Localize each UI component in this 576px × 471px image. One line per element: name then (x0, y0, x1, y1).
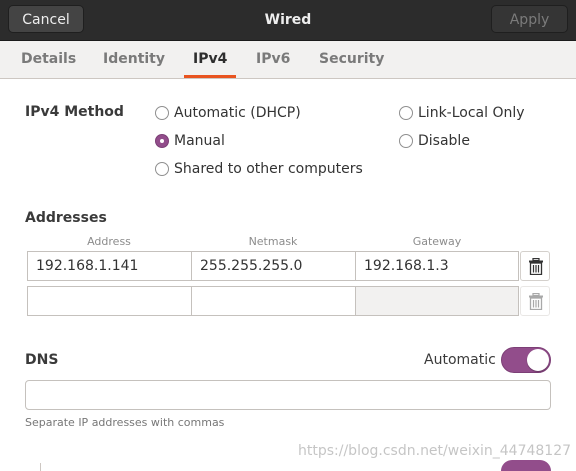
watermark: https://blog.csdn.net/weixin_44748127 (298, 443, 572, 459)
dns-label: DNS (25, 352, 59, 368)
radio-label: Shared to other computers (174, 161, 363, 177)
radio-disable[interactable]: Disable (399, 132, 470, 150)
tab-security[interactable]: Security (319, 41, 384, 78)
column-header-netmask: Netmask (248, 235, 298, 248)
radio-label: Link-Local Only (418, 105, 525, 121)
address-field[interactable]: 192.168.1.141 (27, 251, 192, 281)
tab-details[interactable]: Details (21, 41, 76, 78)
radio-shared[interactable]: Shared to other computers (155, 160, 363, 178)
radio-link-local-only[interactable]: Link-Local Only (399, 104, 525, 122)
address-field-empty[interactable] (27, 286, 192, 316)
radio-dot (155, 162, 169, 176)
ipv4-method-label: IPv4 Method (25, 104, 124, 120)
gateway-field[interactable]: 192.168.1.3 (355, 251, 519, 281)
routes-toggle-partial[interactable] (501, 460, 551, 471)
trash-icon (529, 293, 543, 310)
netmask-field-empty[interactable] (191, 286, 356, 316)
gateway-field-empty (355, 286, 519, 316)
tab-ipv4[interactable]: IPv4 (184, 41, 236, 78)
apply-button[interactable]: Apply (491, 5, 568, 33)
dns-input[interactable] (25, 380, 551, 410)
radio-dot-selected (155, 134, 169, 148)
netmask-field[interactable]: 255.255.255.0 (191, 251, 356, 281)
radio-label: Disable (418, 133, 470, 149)
tab-bar: Details Identity IPv4 IPv6 Security (0, 41, 576, 79)
radio-dot (399, 134, 413, 148)
addresses-label: Addresses (25, 210, 107, 226)
dns-hint: Separate IP addresses with commas (25, 416, 225, 429)
column-header-gateway: Gateway (412, 235, 462, 248)
ipv4-settings-panel: IPv4 Method Automatic (DHCP) Manual Shar… (0, 79, 576, 471)
dns-automatic-label: Automatic (424, 352, 496, 368)
window-title: Wired (264, 12, 312, 28)
tab-ipv6[interactable]: IPv6 (256, 41, 290, 78)
column-header-address: Address (87, 235, 131, 248)
radio-dot (399, 106, 413, 120)
divider (40, 463, 41, 471)
radio-label: Manual (174, 133, 225, 149)
trash-icon (529, 258, 543, 275)
delete-address-button[interactable] (520, 251, 550, 281)
radio-dot (155, 106, 169, 120)
radio-label: Automatic (DHCP) (174, 105, 301, 121)
tab-identity[interactable]: Identity (103, 41, 165, 78)
radio-automatic-dhcp[interactable]: Automatic (DHCP) (155, 104, 301, 122)
dns-automatic-toggle[interactable] (501, 347, 551, 373)
delete-address-button-disabled (520, 286, 550, 316)
header-bar: Cancel Wired Apply (0, 0, 576, 41)
radio-manual[interactable]: Manual (155, 132, 225, 150)
